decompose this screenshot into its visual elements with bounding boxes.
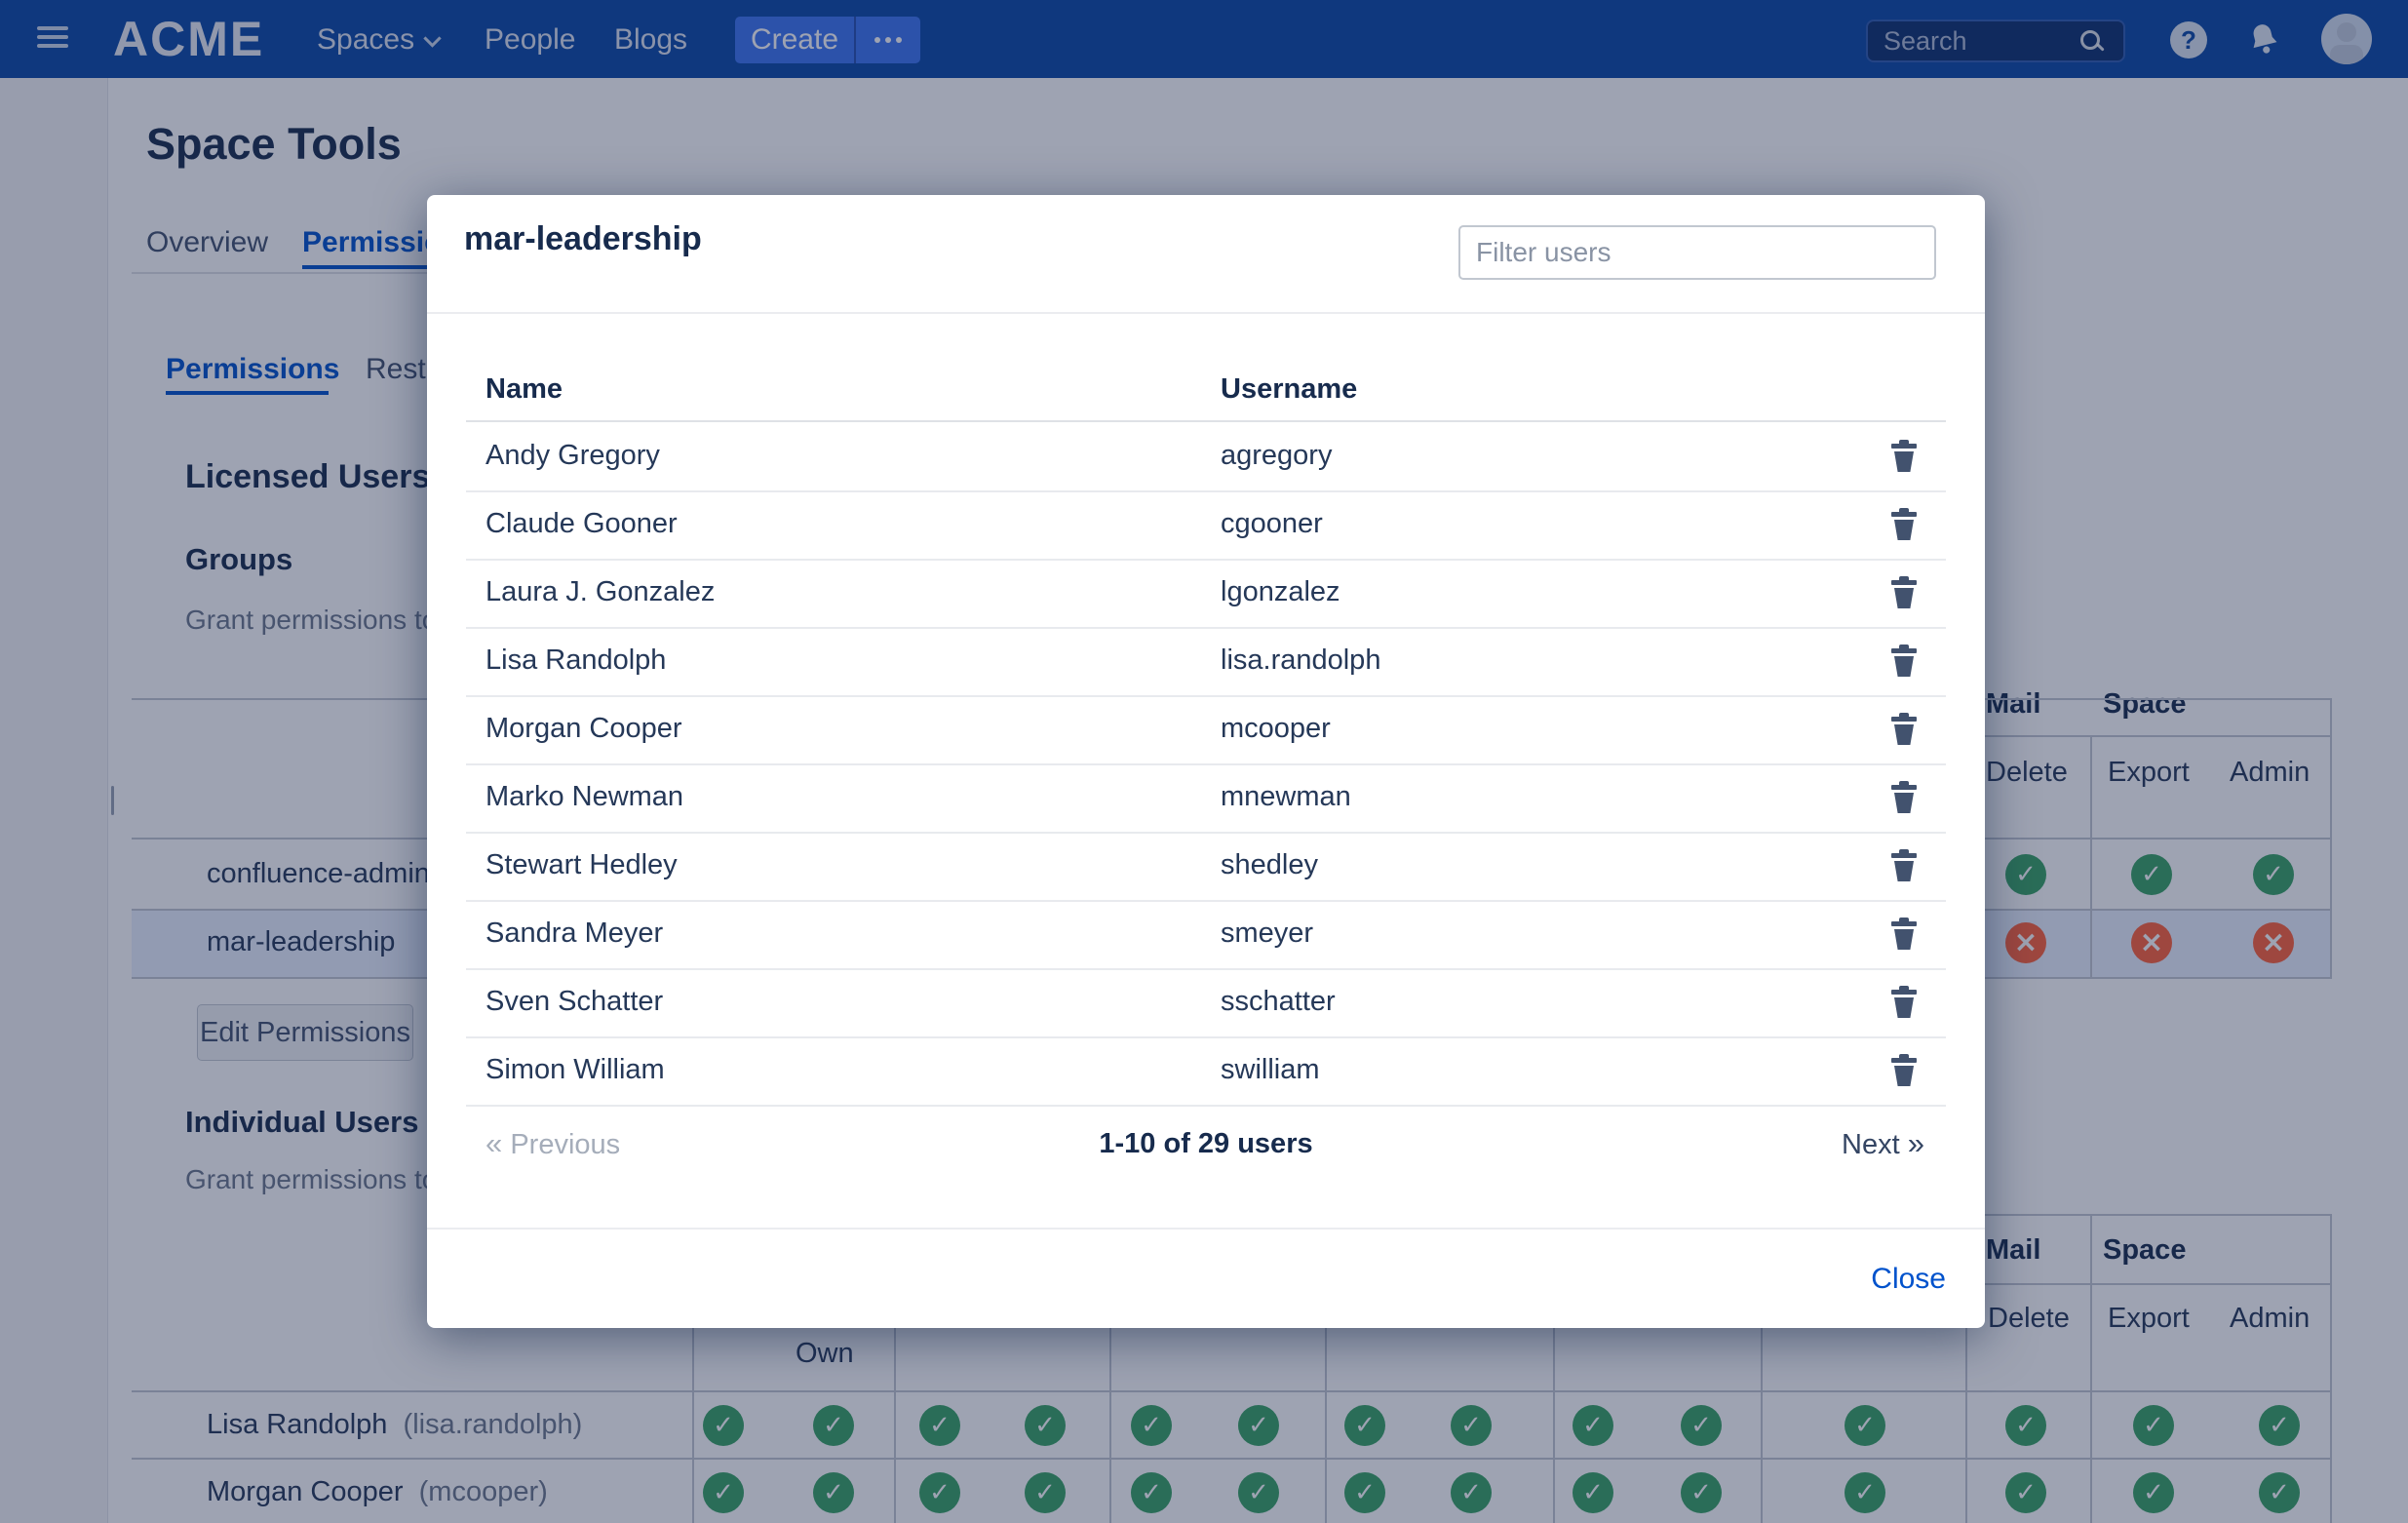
user-name: Andy Gregory xyxy=(485,422,660,488)
user-username: mnewman xyxy=(1221,763,1351,830)
user-username: lgonzalez xyxy=(1221,559,1340,625)
user-username: mcooper xyxy=(1221,695,1331,762)
dialog-footer-divider xyxy=(427,1228,1985,1230)
remove-user-trash-icon[interactable] xyxy=(1890,508,1918,541)
user-name: Laura J. Gonzalez xyxy=(485,559,715,625)
user-name: Sven Schatter xyxy=(485,968,663,1035)
remove-user-trash-icon[interactable] xyxy=(1890,713,1918,746)
close-dialog-link[interactable]: Close xyxy=(1871,1263,1946,1296)
filter-users-input[interactable] xyxy=(1458,225,1936,280)
remove-user-trash-icon[interactable] xyxy=(1890,576,1918,609)
remove-user-trash-icon[interactable] xyxy=(1890,918,1918,951)
remove-user-trash-icon[interactable] xyxy=(1890,440,1918,473)
user-row: Andy Gregory agregory xyxy=(466,422,1946,492)
user-name: Stewart Hedley xyxy=(485,832,678,898)
user-username: swilliam xyxy=(1221,1036,1320,1103)
user-row: Claude Gooner cgooner xyxy=(466,490,1946,561)
user-row: Sven Schatter sschatter xyxy=(466,968,1946,1038)
column-header-username: Username xyxy=(1221,373,1357,406)
user-name: Sandra Meyer xyxy=(485,900,663,966)
user-name: Lisa Randolph xyxy=(485,627,666,693)
next-page-button[interactable]: Next » xyxy=(1842,1110,1924,1179)
user-name: Claude Gooner xyxy=(485,490,678,557)
user-username: smeyer xyxy=(1221,900,1313,966)
remove-user-trash-icon[interactable] xyxy=(1890,1054,1918,1087)
user-row: Marko Newman mnewman xyxy=(466,763,1946,834)
pagination-range: 1-10 of 29 users xyxy=(427,1110,1985,1178)
remove-user-trash-icon[interactable] xyxy=(1890,781,1918,814)
user-username: shedley xyxy=(1221,832,1318,898)
user-row: Laura J. Gonzalez lgonzalez xyxy=(466,559,1946,629)
application-window: ACME Spaces People Blogs Create ? ” xyxy=(0,0,2408,1523)
pagination: « Previous 1-10 of 29 users Next » xyxy=(427,1110,1985,1178)
user-row: Simon William swilliam xyxy=(466,1036,1946,1107)
remove-user-trash-icon[interactable] xyxy=(1890,986,1918,1019)
user-username: sschatter xyxy=(1221,968,1336,1035)
user-username: agregory xyxy=(1221,422,1332,488)
user-name: Morgan Cooper xyxy=(485,695,682,762)
user-row: Stewart Hedley shedley xyxy=(466,832,1946,902)
group-members-dialog: mar-leadership Name Username Andy Gregor… xyxy=(427,195,1985,1328)
user-name: Marko Newman xyxy=(485,763,683,830)
user-username: lisa.randolph xyxy=(1221,627,1380,693)
column-header-name: Name xyxy=(485,373,563,406)
user-row: Morgan Cooper mcooper xyxy=(466,695,1946,765)
user-name: Simon William xyxy=(485,1036,665,1103)
remove-user-trash-icon[interactable] xyxy=(1890,644,1918,678)
user-row: Lisa Randolph lisa.randolph xyxy=(466,627,1946,697)
dialog-header-divider xyxy=(427,312,1985,314)
user-username: cgooner xyxy=(1221,490,1323,557)
user-row: Sandra Meyer smeyer xyxy=(466,900,1946,970)
dialog-title: mar-leadership xyxy=(464,220,702,258)
remove-user-trash-icon[interactable] xyxy=(1890,849,1918,882)
